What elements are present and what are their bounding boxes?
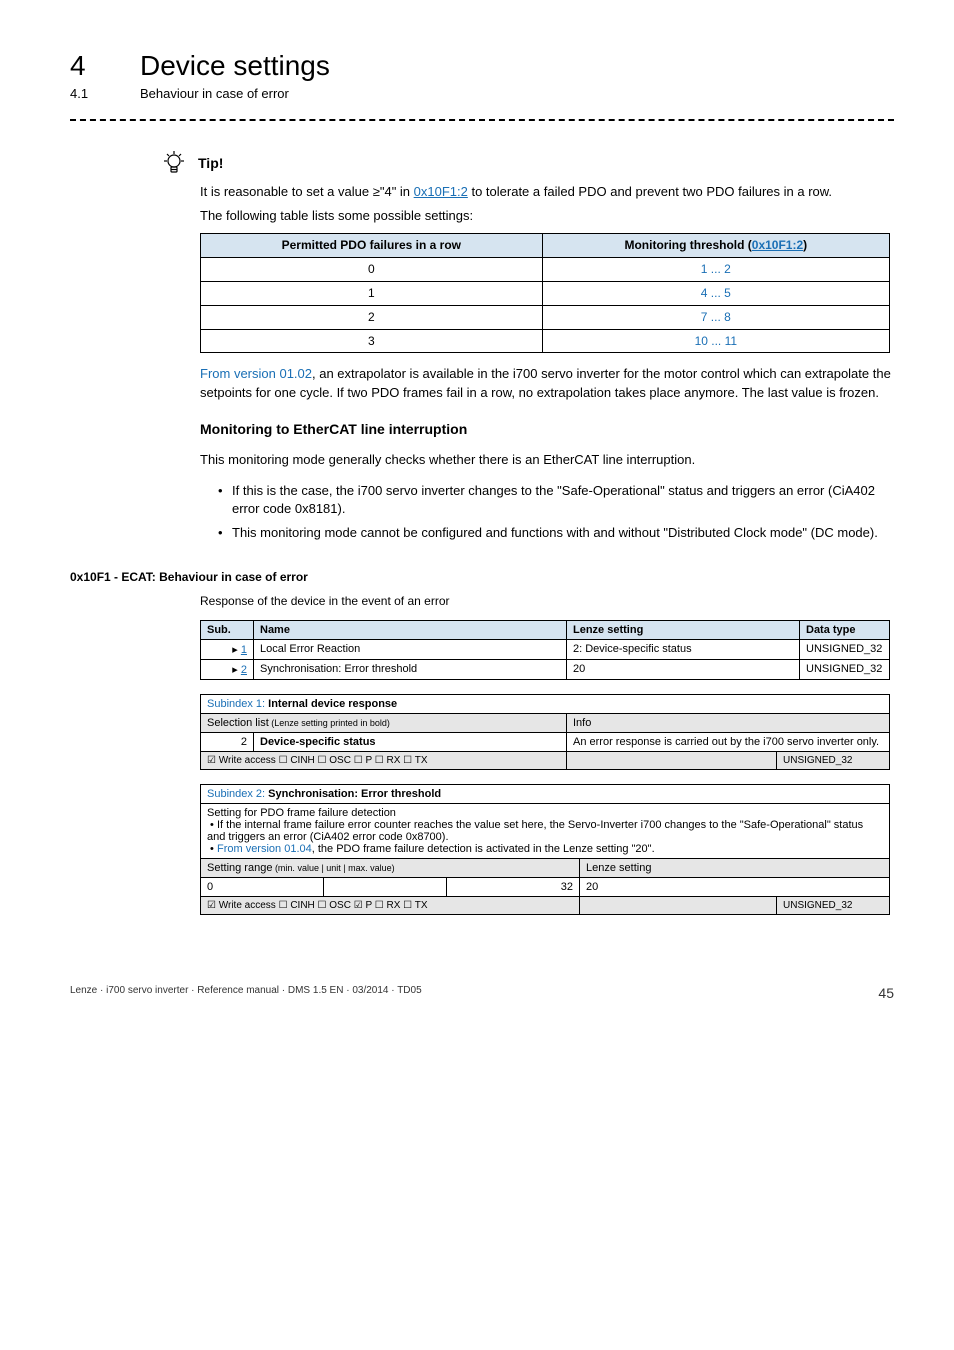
subindex-2-table: Subindex 2: Synchronisation: Error thres…	[200, 784, 890, 915]
list-item: This monitoring mode cannot be configure…	[218, 524, 894, 542]
tip-label: Tip!	[198, 155, 223, 171]
page-number: 45	[878, 985, 894, 1001]
object-heading: 0x10F1 - ECAT: Behaviour in case of erro…	[70, 570, 894, 584]
chapter-title: Device settings	[140, 50, 330, 82]
col-name: Name	[254, 621, 567, 640]
monitoring-heading: Monitoring to EtherCAT line interruption	[200, 420, 894, 440]
subindex-1-table: Subindex 1: Internal device response Sel…	[200, 694, 890, 770]
section-title: Behaviour in case of error	[140, 86, 289, 101]
setting-range-header: Setting range (min. value | unit | max. …	[201, 859, 580, 878]
col-lenze: Lenze setting	[567, 621, 800, 640]
col-datatype: Data type	[800, 621, 890, 640]
object-description: Response of the device in the event of a…	[200, 594, 894, 608]
object-summary-table: Sub. Name Lenze setting Data type ▸ 1 Lo…	[200, 620, 890, 680]
info-header: Info	[567, 714, 890, 733]
divider	[70, 119, 894, 121]
section-number: 4.1	[70, 86, 110, 101]
table-row: 2 7 ... 8	[201, 305, 890, 329]
subindex-2-desc: Setting for PDO frame failure detection …	[201, 804, 890, 859]
threshold-table: Permitted PDO failures in a row Monitori…	[200, 233, 890, 353]
table-header-col1: Permitted PDO failures in a row	[201, 234, 543, 258]
chapter-number: 4	[70, 50, 110, 82]
tip-text-2: The following table lists some possible …	[200, 207, 894, 225]
subindex-link-2[interactable]: 2	[241, 664, 247, 676]
col-sub: Sub.	[201, 621, 254, 640]
table-row: ▸ 2 Synchronisation: Error threshold 20 …	[201, 660, 890, 680]
link-0x10f1-2-header[interactable]: 0x10F1:2	[752, 238, 803, 252]
access-row: ☑ Write access ☐ CINH ☐ OSC ☐ P ☐ RX ☐ T…	[201, 752, 890, 770]
table-header-col2: Monitoring threshold (0x10F1:2)	[542, 234, 889, 258]
lenze-setting-header: Lenze setting	[580, 859, 890, 878]
access-row: ☑ Write access ☐ CINH ☐ OSC ☑ P ☐ RX ☐ T…	[201, 897, 890, 915]
subindex-link-1[interactable]: 1	[241, 644, 247, 656]
link-0x10f1-2[interactable]: 0x10F1:2	[414, 184, 468, 199]
table-row: 0 1 ... 2	[201, 258, 890, 282]
footer-text: Lenze · i700 servo inverter · Reference …	[70, 985, 422, 1001]
lightbulb-icon	[160, 149, 188, 177]
tip-text-1: It is reasonable to set a value ≥"4" in …	[200, 183, 894, 201]
table-row: ▸ 1 Local Error Reaction 2: Device-speci…	[201, 640, 890, 660]
table-row: 1 4 ... 5	[201, 281, 890, 305]
tip-text-1-post: to tolerate a failed PDO and prevent two…	[468, 184, 832, 199]
extrapolator-paragraph: From version 01.02, an extrapolator is a…	[200, 365, 894, 401]
table-row: 0 32 20	[201, 878, 890, 897]
list-item: If this is the case, the i700 servo inve…	[218, 482, 894, 518]
table-row: 3 10 ... 11	[201, 329, 890, 353]
tip-text-1-pre: It is reasonable to set a value ≥"4" in	[200, 184, 414, 199]
table-row: 2 Device-specific status An error respon…	[201, 733, 890, 752]
selection-list-header: Selection list (Lenze setting printed in…	[201, 714, 567, 733]
monitoring-intro: This monitoring mode generally checks wh…	[200, 451, 894, 469]
